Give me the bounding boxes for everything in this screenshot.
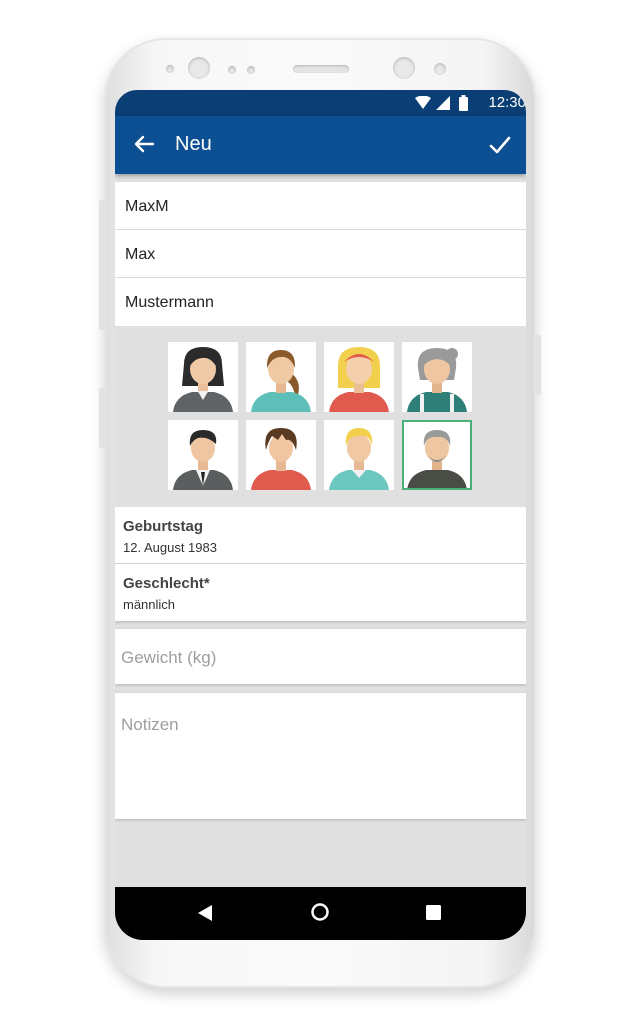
man-brown-hair-icon — [251, 428, 311, 490]
elderly-woman-icon — [407, 348, 467, 412]
first-name-field[interactable] — [123, 230, 517, 279]
navigation-bar — [115, 887, 526, 940]
status-bar: 12:30 — [115, 90, 526, 116]
gender-label: Geschlecht* — [123, 575, 210, 592]
woman-ponytail-icon — [251, 350, 311, 412]
weight-card — [115, 629, 526, 684]
man-brown-hair-avatar[interactable] — [246, 420, 316, 490]
elderly-man-beard-avatar[interactable] — [402, 420, 472, 490]
front-camera — [393, 57, 415, 79]
birthday-label: Geburtstag — [123, 518, 204, 535]
elderly-woman-avatar[interactable] — [402, 342, 472, 412]
woman-dark-hair-avatar[interactable] — [168, 342, 238, 412]
sensor-dot — [228, 66, 236, 74]
arrow-left-icon[interactable] — [133, 133, 155, 155]
notes-field[interactable] — [119, 713, 523, 817]
man-blonde-icon — [329, 428, 389, 490]
woman-ponytail-avatar[interactable] — [246, 342, 316, 412]
sensor-dot — [247, 66, 255, 74]
woman-blonde-icon — [329, 347, 389, 412]
battery-icon — [459, 95, 468, 111]
last-name-field-container — [115, 278, 526, 327]
earpiece-speaker — [293, 65, 349, 73]
elderly-man-icon — [407, 430, 467, 488]
wifi-icon — [415, 96, 431, 109]
man-blonde-avatar[interactable] — [324, 420, 394, 490]
power-button — [535, 335, 541, 395]
woman-dark-hair-icon — [173, 347, 233, 412]
birthday-row[interactable]: Geburtstag 12. August 1983 — [115, 507, 526, 564]
square-recents-icon[interactable] — [426, 905, 441, 920]
first-name-field-container — [115, 230, 526, 279]
man-suit-icon — [173, 430, 233, 490]
username-field-container — [115, 182, 526, 231]
check-icon[interactable] — [488, 133, 512, 157]
gender-row[interactable]: Geschlecht* männlich — [115, 564, 526, 621]
avatar-picker — [115, 327, 526, 507]
cell-signal-icon — [436, 96, 450, 110]
iris-scanner — [188, 57, 210, 79]
man-suit-avatar[interactable] — [168, 420, 238, 490]
triangle-back-icon[interactable] — [198, 905, 212, 921]
username-field[interactable] — [123, 182, 517, 231]
last-name-field[interactable] — [123, 278, 517, 327]
gender-value: männlich — [123, 597, 176, 612]
weight-field[interactable] — [119, 639, 523, 677]
app-screen: 12:30 Neu MaxM Max Mustermann Geburtstag… — [115, 90, 526, 940]
woman-blonde-headband-avatar[interactable] — [324, 342, 394, 412]
clock: 12:30 — [488, 94, 526, 111]
bixby-button — [99, 388, 105, 448]
notes-card — [115, 693, 526, 819]
circle-home-icon[interactable] — [310, 902, 330, 922]
birthday-value: 12. August 1983 — [123, 540, 217, 555]
page-title: Neu — [175, 133, 212, 155]
sensor-dot — [434, 63, 446, 75]
volume-button — [99, 200, 105, 330]
sensor-dot — [166, 65, 174, 73]
app-bar: Neu — [115, 116, 526, 174]
